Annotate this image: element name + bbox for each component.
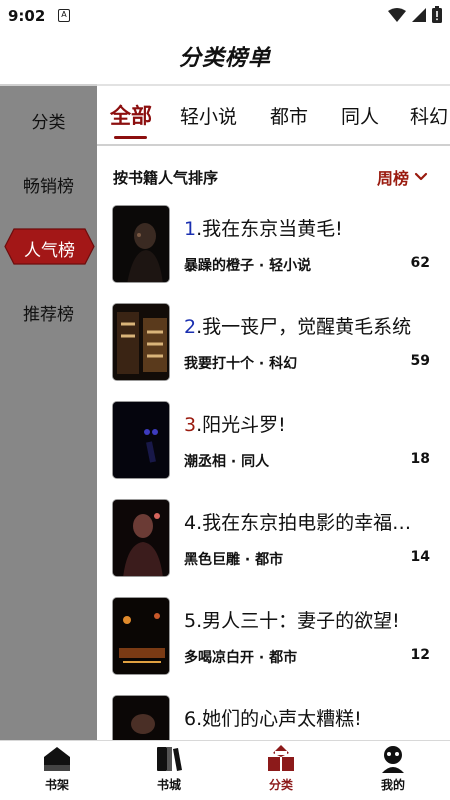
book-title: 4.我在东京拍电影的幸福生活: [184, 512, 424, 534]
wifi-icon: [388, 7, 406, 22]
nav-bookshelf[interactable]: 书架: [22, 745, 92, 799]
book-ranking-list: 1.我在东京当黄毛! 暴躁的橙子 · 轻小说 62 2.我一丧尸，觉醒黄毛系统 …: [97, 200, 450, 740]
popularity-count: 62: [410, 255, 430, 271]
book-title: 6.她们的心声太糟糕!: [184, 708, 362, 730]
book-item[interactable]: 2.我一丧尸，觉醒黄毛系统 我要打十个 · 科幻 59: [97, 298, 450, 388]
book-author-genre: 潮丞相 · 同人: [184, 454, 270, 470]
book-author-genre: 暴躁的橙子 · 轻小说: [184, 258, 312, 274]
nav-category[interactable]: 分类: [246, 745, 316, 799]
book-author-genre: 多喝凉白开 · 都市: [184, 650, 298, 666]
book-item[interactable]: 6.她们的心声太糟糕!: [97, 690, 450, 740]
bottom-nav: 书架 书城 分类 我的: [0, 740, 450, 800]
book-cover: [112, 401, 170, 479]
nav-label: 分类: [268, 778, 293, 792]
bookshelf-icon: [44, 747, 70, 771]
sort-label: 按书籍人气排序: [113, 169, 219, 187]
sidebar-item-recommend[interactable]: 推荐榜: [0, 300, 97, 325]
popularity-count: 18: [410, 451, 430, 467]
tab-active-indicator: [114, 136, 147, 139]
nav-label: 我的: [380, 778, 405, 792]
sidebar-item-popularity[interactable]: 人气榜: [4, 228, 95, 265]
category-tabs: 全部 轻小说 都市 同人 科幻: [97, 84, 450, 146]
popularity-count: 59: [410, 353, 430, 369]
book-cover: [112, 695, 170, 740]
status-indicators: [388, 6, 442, 23]
book-item[interactable]: 3.阳光斗罗! 潮丞相 · 同人 18: [97, 396, 450, 486]
status-bar: 9:02 A: [0, 0, 450, 32]
book-item[interactable]: 5.男人三十：妻子的欲望! 多喝凉白开 · 都市 12: [97, 592, 450, 682]
profile-icon: [382, 746, 404, 773]
sidebar-item-bestseller[interactable]: 畅销榜: [0, 172, 97, 197]
tab-urban[interactable]: 都市: [270, 102, 308, 129]
book-item[interactable]: 4.我在东京拍电影的幸福生活 黑色巨雕 · 都市 14: [97, 494, 450, 584]
book-cover: [112, 205, 170, 283]
ranking-sidebar: 分类 畅销榜 人气榜 推荐榜: [0, 84, 97, 740]
tab-fanfic[interactable]: 同人: [341, 102, 379, 129]
status-time: 9:02: [8, 7, 46, 25]
tab-all[interactable]: 全部: [110, 100, 152, 130]
tab-light-novel[interactable]: 轻小说: [180, 102, 237, 129]
signal-icon: [412, 7, 426, 22]
sidebar-item-label: 人气榜: [24, 241, 75, 261]
book-item[interactable]: 1.我在东京当黄毛! 暴躁的橙子 · 轻小说 62: [97, 200, 450, 290]
popularity-count: 14: [410, 549, 430, 565]
book-cover: [112, 499, 170, 577]
chevron-down-icon: [414, 172, 428, 181]
book-title: 3.阳光斗罗!: [184, 414, 286, 436]
book-title: 2.我一丧尸，觉醒黄毛系统: [184, 316, 412, 338]
book-author-genre: 我要打十个 · 科幻: [184, 356, 298, 372]
nav-label: 书城: [156, 778, 181, 792]
period-value: 周榜: [377, 169, 410, 188]
page-title: 分类榜单: [178, 46, 271, 71]
notification-app-icon: A: [58, 9, 70, 22]
book-title: 1.我在东京当黄毛!: [184, 218, 343, 240]
sidebar-item-category[interactable]: 分类: [0, 108, 97, 133]
book-cover: [112, 597, 170, 675]
popularity-count: 12: [410, 647, 430, 663]
category-icon: [268, 745, 294, 771]
book-author-genre: 黑色巨雕 · 都市: [184, 552, 284, 568]
nav-label: 书架: [44, 778, 69, 792]
nav-bookstore[interactable]: 书城: [134, 745, 204, 799]
bookstore-icon: [157, 747, 182, 771]
battery-icon: [432, 6, 442, 23]
tab-scifi[interactable]: 科幻: [410, 102, 448, 129]
book-cover: [112, 303, 170, 381]
period-dropdown[interactable]: 周榜: [377, 165, 428, 189]
nav-profile[interactable]: 我的: [358, 745, 428, 799]
book-title: 5.男人三十：妻子的欲望!: [184, 610, 400, 632]
